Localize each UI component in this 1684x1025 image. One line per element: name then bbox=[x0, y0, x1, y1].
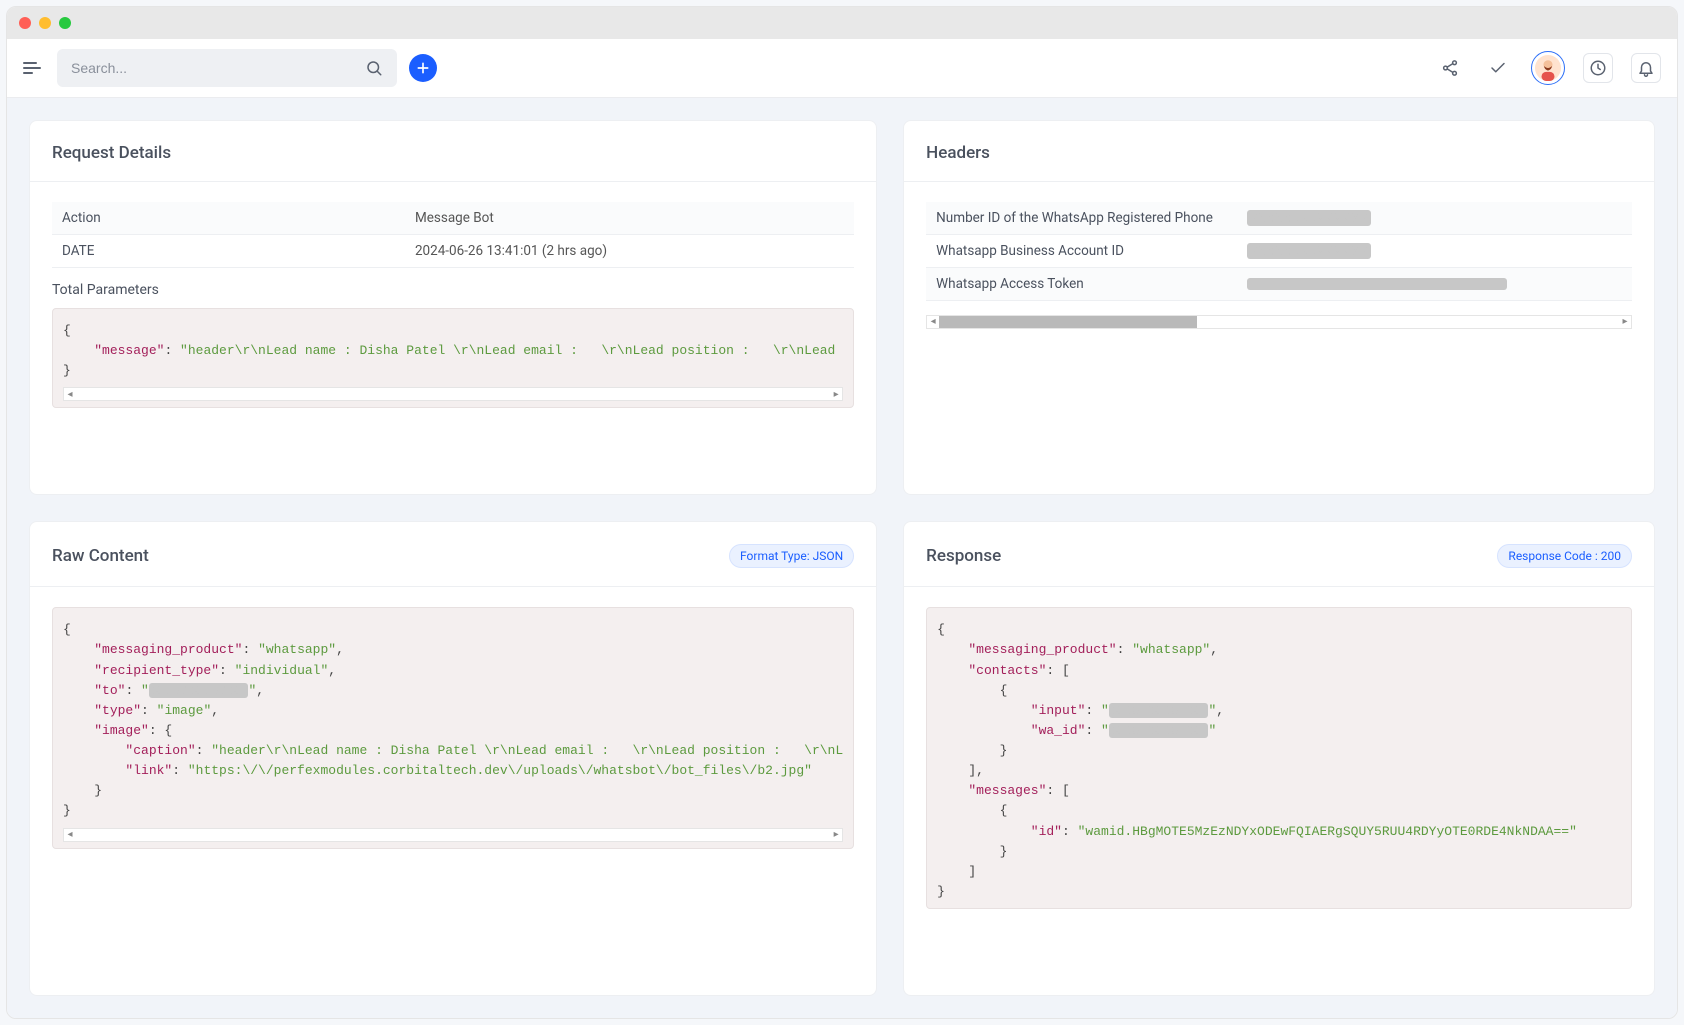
horizontal-scrollbar[interactable]: ◂ ▸ bbox=[63, 828, 843, 842]
total-parameters-label: Total Parameters bbox=[52, 282, 854, 298]
add-button[interactable] bbox=[409, 54, 437, 82]
headers-card: Headers Number ID of the WhatsApp Regist… bbox=[903, 120, 1655, 495]
cell-value: XXXXXXXXXXXXXX bbox=[1237, 235, 1632, 268]
menu-toggle-button[interactable] bbox=[23, 57, 45, 79]
card-title: Response bbox=[926, 546, 1001, 566]
redacted-value: XXXXXXXXXXXX bbox=[149, 683, 249, 698]
cell-value: Message Bot bbox=[405, 202, 854, 235]
headers-table: Number ID of the WhatsApp Registered Pho… bbox=[926, 202, 1632, 301]
horizontal-scrollbar[interactable]: ◂ ▸ bbox=[63, 387, 843, 401]
cell-value bbox=[1237, 268, 1632, 301]
redacted-value: XXXXXXXXXXXXXX bbox=[1247, 243, 1372, 259]
user-avatar[interactable] bbox=[1531, 51, 1565, 85]
card-title: Raw Content bbox=[52, 546, 149, 566]
window-maximize-dot[interactable] bbox=[59, 17, 71, 29]
history-icon[interactable] bbox=[1583, 53, 1613, 83]
search-box[interactable] bbox=[57, 49, 397, 87]
topbar-actions bbox=[1435, 51, 1661, 85]
cell-label: DATE bbox=[52, 235, 405, 268]
total-parameters-code: { "message": "header\r\nLead name : Dish… bbox=[52, 308, 854, 408]
table-row: Action Message Bot bbox=[52, 202, 854, 235]
table-row: Whatsapp Business Account ID XXXXXXXXXXX… bbox=[926, 235, 1632, 268]
format-type-badge: Format Type: JSON bbox=[729, 544, 854, 568]
redacted-value bbox=[1247, 278, 1507, 290]
cell-label: Whatsapp Access Token bbox=[926, 268, 1237, 301]
raw-content-card: Raw Content Format Type: JSON { "messagi… bbox=[29, 521, 877, 996]
cell-value: XXXXXXXXXXXXXX bbox=[1237, 202, 1632, 235]
main-content: Request Details Action Message Bot DATE … bbox=[7, 98, 1677, 1018]
response-code: { "messaging_product": "whatsapp", "cont… bbox=[926, 607, 1632, 909]
table-row: Whatsapp Access Token bbox=[926, 268, 1632, 301]
card-title: Request Details bbox=[52, 143, 171, 163]
search-input[interactable] bbox=[71, 60, 365, 76]
code-content: { "messaging_product": "whatsapp", "cont… bbox=[937, 620, 1621, 902]
window-titlebar bbox=[7, 7, 1677, 39]
horizontal-scrollbar[interactable]: ◂ ▸ bbox=[926, 315, 1632, 329]
response-card: Response Response Code : 200 { "messagin… bbox=[903, 521, 1655, 996]
card-title: Headers bbox=[926, 143, 990, 163]
app-window: Request Details Action Message Bot DATE … bbox=[6, 6, 1678, 1019]
search-icon[interactable] bbox=[365, 59, 383, 77]
response-code-badge: Response Code : 200 bbox=[1497, 544, 1632, 568]
check-icon[interactable] bbox=[1483, 53, 1513, 83]
cell-label: Whatsapp Business Account ID bbox=[926, 235, 1237, 268]
redacted-value: XXXXXXXXXXXX bbox=[1109, 703, 1209, 718]
window-close-dot[interactable] bbox=[19, 17, 31, 29]
raw-content-code: { "messaging_product": "whatsapp", "reci… bbox=[52, 607, 854, 848]
request-details-table: Action Message Bot DATE 2024-06-26 13:41… bbox=[52, 202, 854, 268]
window-minimize-dot[interactable] bbox=[39, 17, 51, 29]
cell-value: 2024-06-26 13:41:01 (2 hrs ago) bbox=[405, 235, 854, 268]
redacted-value: XXXXXXXXXXXXXX bbox=[1247, 210, 1372, 226]
topbar bbox=[7, 39, 1677, 98]
code-content: { "message": "header\r\nLead name : Dish… bbox=[63, 321, 843, 381]
redacted-value: XXXXXXXXXXXX bbox=[1109, 723, 1209, 738]
share-icon[interactable] bbox=[1435, 53, 1465, 83]
table-row: Number ID of the WhatsApp Registered Pho… bbox=[926, 202, 1632, 235]
table-row: DATE 2024-06-26 13:41:01 (2 hrs ago) bbox=[52, 235, 854, 268]
bell-icon[interactable] bbox=[1631, 53, 1661, 83]
code-content: { "messaging_product": "whatsapp", "reci… bbox=[63, 620, 843, 821]
cell-label: Number ID of the WhatsApp Registered Pho… bbox=[926, 202, 1237, 235]
request-details-card: Request Details Action Message Bot DATE … bbox=[29, 120, 877, 495]
cell-label: Action bbox=[52, 202, 405, 235]
